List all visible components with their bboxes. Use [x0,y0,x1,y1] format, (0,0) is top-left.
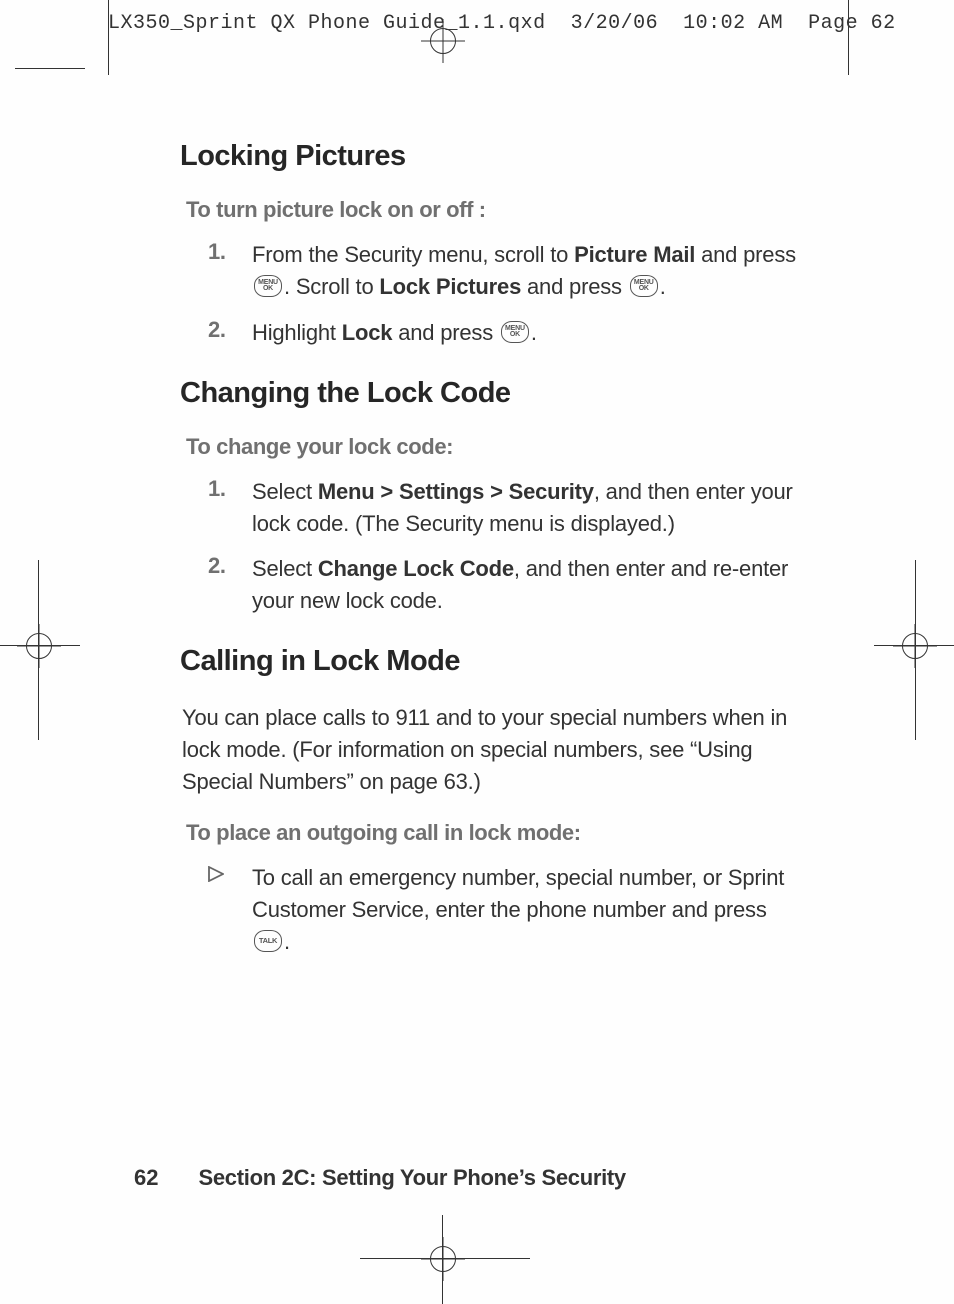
paragraph-calling-lock-mode: You can place calls to 911 and to your s… [182,702,800,798]
registration-mark-icon [430,1246,456,1272]
subheading-place-outgoing-call: To place an outgoing call in lock mode: [186,820,800,846]
footer-section-title: Section 2C: Setting Your Phone’s Securit… [198,1165,625,1191]
heading-changing-lock-code: Changing the Lock Code [180,377,800,410]
step-number: 1. [208,476,252,502]
crop-mark [848,0,849,75]
menu-ok-key-icon: MENUOK [501,321,529,343]
menu-ok-key-icon: MENUOK [254,275,282,297]
crop-mark [15,68,85,69]
registration-mark-icon [902,633,928,659]
print-header: LX350_Sprint QX Phone Guide_1.1.qxd 3/20… [108,12,896,35]
page-footer: 62 Section 2C: Setting Your Phone’s Secu… [134,1165,626,1191]
step-number: 2. [208,553,252,579]
page-number: 62 [134,1165,158,1191]
heading-locking-pictures: Locking Pictures [180,140,800,173]
registration-mark-icon [430,28,456,54]
triangle-bullet-icon [208,862,252,887]
step-item: 2. Highlight Lock and press MENUOK. [208,317,800,349]
subheading-change-lock-code: To change your lock code: [186,434,800,460]
subheading-turn-picture-lock: To turn picture lock on or off : [186,197,800,223]
registration-mark-icon [26,633,52,659]
step-text: Select Change Lock Code, and then enter … [252,553,800,617]
step-text: Select Menu > Settings > Security, and t… [252,476,800,540]
step-number: 1. [208,239,252,265]
page-content: Locking Pictures To turn picture lock on… [180,140,800,986]
crop-mark [108,0,109,75]
step-item: 2. Select Change Lock Code, and then ent… [208,553,800,617]
step-number: 2. [208,317,252,343]
menu-ok-key-icon: MENUOK [630,275,658,297]
bullet-list-calling: To call an emergency number, special num… [208,862,800,958]
steps-changing-lock-code: 1. Select Menu > Settings > Security, an… [208,476,800,618]
step-text: Highlight Lock and press MENUOK. [252,317,537,349]
bullet-text: To call an emergency number, special num… [252,862,800,958]
heading-calling-lock-mode: Calling in Lock Mode [180,645,800,678]
steps-locking-pictures: 1. From the Security menu, scroll to Pic… [208,239,800,349]
step-text: From the Security menu, scroll to Pictur… [252,239,800,303]
bullet-item: To call an emergency number, special num… [208,862,800,958]
talk-key-icon: TALK [254,930,282,952]
step-item: 1. From the Security menu, scroll to Pic… [208,239,800,303]
step-item: 1. Select Menu > Settings > Security, an… [208,476,800,540]
